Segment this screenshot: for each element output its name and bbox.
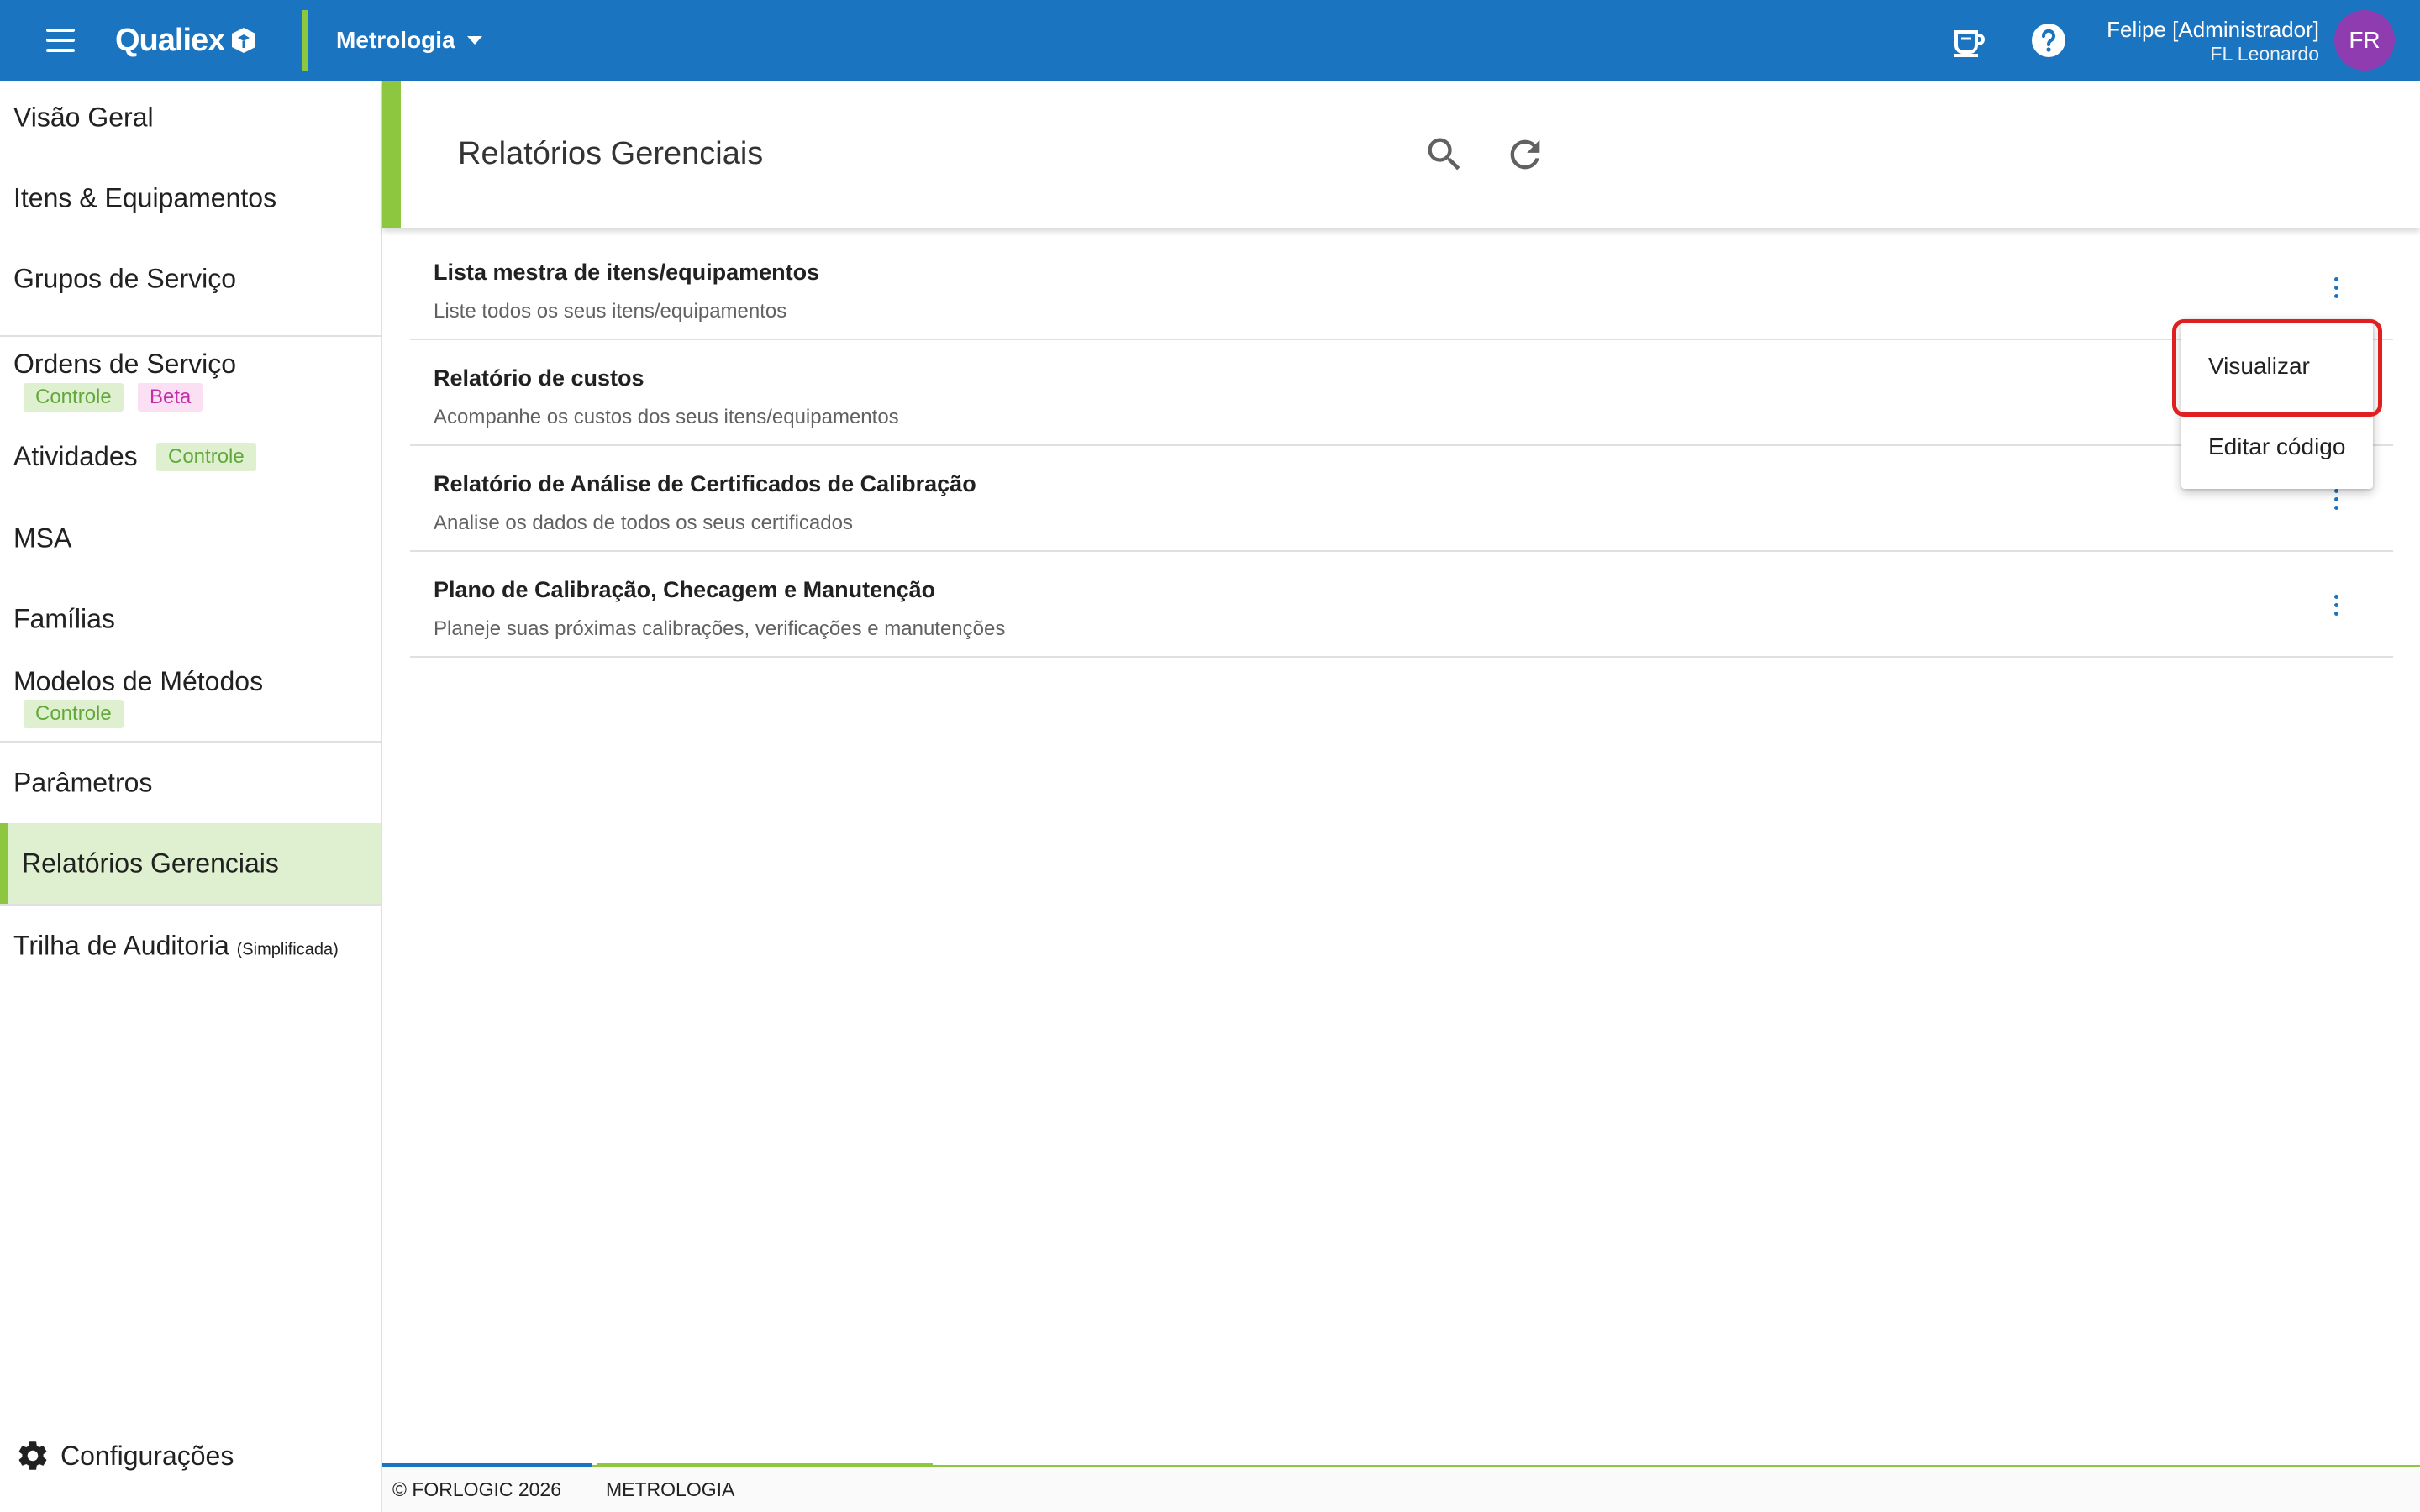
more-vert-icon[interactable] [2319, 271, 2353, 305]
header-divider [302, 10, 308, 71]
user-organization: FL Leonardo [2210, 43, 2319, 65]
search-icon[interactable] [1423, 133, 1466, 176]
sidebar-item-label: Itens & Equipamentos [13, 182, 277, 213]
beta-badge: Beta [138, 383, 203, 412]
report-description: Acompanhe os custos dos seus itens/equip… [434, 406, 899, 428]
refresh-icon[interactable] [1503, 133, 1547, 176]
controle-badge: Controle [156, 443, 256, 471]
menu-icon[interactable] [44, 25, 77, 55]
report-description: Liste todos os seus itens/equipamentos [434, 300, 787, 323]
controle-badge: Controle [24, 383, 124, 412]
logo-cube-icon [232, 28, 256, 53]
sidebar-item-msa[interactable]: MSA [0, 496, 381, 577]
highlight-annotation [2172, 319, 2382, 417]
logo-text: Qualiex [115, 22, 225, 58]
report-title: Plano de Calibração, Checagem e Manutenç… [434, 577, 936, 602]
report-row[interactable]: Plano de Calibração, Checagem e Manutenç… [410, 552, 2393, 658]
module-label: Metrologia [336, 27, 455, 53]
caret-down-icon [466, 36, 482, 45]
page-title: Relatórios Gerenciais [458, 136, 764, 171]
sidebar-item-modelos-de-metodos[interactable]: Modelos de Métodos Controle [0, 658, 381, 738]
sidebar-item-label: Atividades [13, 441, 138, 471]
settings-button[interactable]: Configurações [15, 1438, 234, 1473]
sidebar-item-label: Famílias [13, 603, 115, 634]
footer-module: METROLOGIA [606, 1478, 735, 1500]
sidebar-item-label: Ordens de Serviço [13, 349, 237, 379]
page-header: Relatórios Gerenciais [382, 81, 2420, 228]
user-info[interactable]: Felipe [Administrador] FL Leonardo [2107, 17, 2319, 66]
sidebar-item-label: Trilha de Auditoria [13, 930, 229, 961]
top-app-bar: Qualiex Metrologia Felipe [Administrador… [0, 0, 2420, 81]
sidebar-item-atividades[interactable]: Atividades Controle [0, 421, 381, 496]
controle-badge: Controle [24, 700, 124, 728]
active-indicator [0, 823, 8, 904]
sidebar-item-itens-equipamentos[interactable]: Itens & Equipamentos [0, 161, 381, 242]
footer: © FORLOGIC 2026 METROLOGIA [382, 1463, 2420, 1512]
sidebar-item-grupos-de-servico[interactable]: Grupos de Serviço [0, 242, 381, 323]
sidebar-item-label-group: Trilha de Auditoria (Simplificada) [13, 931, 339, 962]
report-description: Planeje suas próximas calibrações, verif… [434, 617, 1006, 640]
menu-item-editar-codigo[interactable]: Editar código [2208, 433, 2345, 460]
sidebar-item-visao-geral[interactable]: Visão Geral [0, 81, 381, 161]
settings-label: Configurações [60, 1440, 234, 1471]
sidebar: Visão Geral Itens & Equipamentos Grupos … [0, 81, 382, 1512]
sidebar-item-ordens-de-servico[interactable]: Ordens de Serviço Controle Beta [0, 337, 381, 421]
sidebar-item-label: Modelos de Métodos [13, 666, 264, 696]
report-title: Relatório de custos [434, 365, 644, 391]
coffee-cup-icon[interactable] [1948, 20, 1988, 60]
footer-copyright: © FORLOGIC 2026 [392, 1478, 562, 1500]
simplificada-note: (Simplificada) [236, 940, 339, 959]
gear-icon [18, 1441, 47, 1470]
sidebar-item-label: Visão Geral [13, 102, 154, 133]
footer-accent-blue [382, 1463, 592, 1467]
sidebar-item-label: Grupos de Serviço [13, 263, 237, 294]
user-name: Felipe [Administrador] [2107, 17, 2319, 42]
report-row[interactable]: Relatório de Análise de Certificados de … [410, 446, 2393, 552]
help-icon[interactable] [2028, 20, 2069, 60]
sidebar-item-relatorios-gerenciais[interactable]: Relatórios Gerenciais [0, 823, 381, 904]
report-description: Analise os dados de todos os seus certif… [434, 512, 853, 534]
sidebar-item-parametros[interactable]: Parâmetros [0, 743, 381, 823]
report-title: Lista mestra de itens/equipamentos [434, 260, 820, 285]
sidebar-item-label: Relatórios Gerenciais [22, 848, 279, 879]
sidebar-item-familias[interactable]: Famílias [0, 577, 381, 658]
sidebar-item-label: MSA [13, 522, 72, 554]
report-row[interactable]: Relatório de custos Acompanhe os custos … [410, 340, 2393, 446]
sidebar-item-trilha-de-auditoria[interactable]: Trilha de Auditoria (Simplificada) [0, 906, 381, 986]
more-vert-icon[interactable] [2319, 589, 2353, 622]
report-title: Relatório de Análise de Certificados de … [434, 471, 976, 496]
avatar[interactable]: FR [2334, 10, 2395, 71]
qualiex-logo[interactable]: Qualiex [115, 18, 258, 62]
report-row[interactable]: Lista mestra de itens/equipamentos Liste… [410, 234, 2393, 340]
sidebar-item-label: Parâmetros [13, 767, 153, 798]
module-selector[interactable]: Metrologia [336, 18, 482, 62]
header-accent-bar [382, 81, 401, 228]
footer-accent-green [597, 1463, 933, 1467]
